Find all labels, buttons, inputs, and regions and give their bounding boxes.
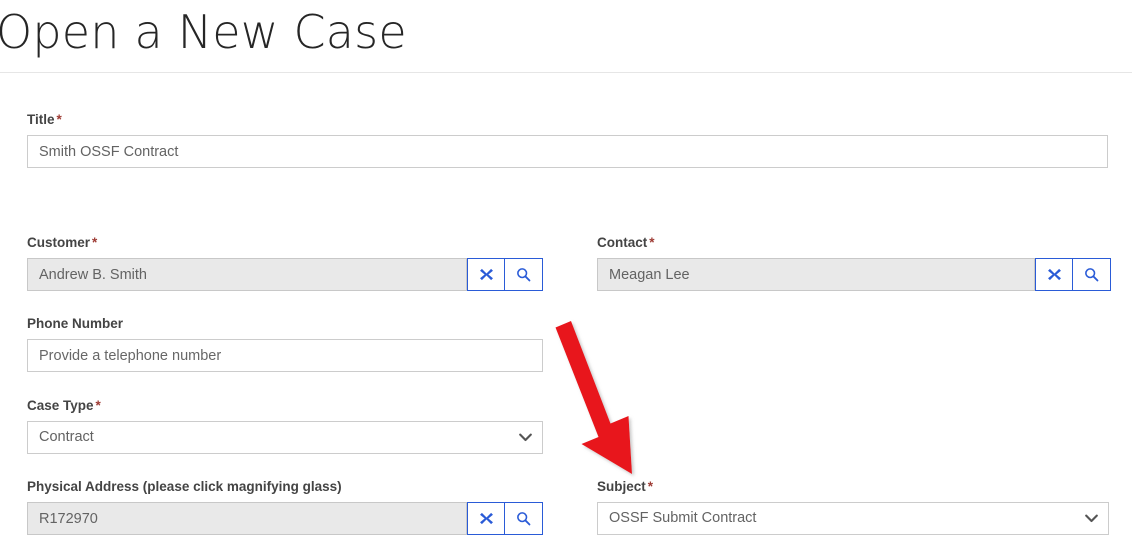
field-title: Title * [27,111,1108,168]
close-x-icon [479,511,494,526]
label-title: Title * [27,111,1108,129]
label-subject: Subject * [597,478,1109,496]
magnifying-glass-icon [516,511,531,526]
contact-search-button[interactable] [1073,258,1111,291]
label-customer-text: Customer [27,235,91,250]
required-asterisk-customer: * [92,235,98,250]
label-case-type-text: Case Type [27,398,94,413]
customer-clear-button[interactable] [467,258,505,291]
field-contact: Contact * [597,234,1111,291]
label-contact-text: Contact [597,235,648,250]
case-type-select[interactable]: Contract [27,421,543,454]
label-subject-text: Subject [597,479,646,494]
page-title: Open a New Case [0,5,407,59]
physical-address-input[interactable] [27,502,467,535]
magnifying-glass-icon [1084,267,1099,282]
red-arrow-down-right-icon [540,318,670,490]
field-case-type: Case Type * Contract [27,397,543,454]
required-asterisk-case-type: * [95,398,101,413]
case-type-selected-value: Contract [27,421,543,454]
label-contact: Contact * [597,234,1111,252]
field-subject: Subject * OSSF Submit Contract [597,478,1109,535]
physical-address-lookup [27,502,543,535]
required-asterisk-subject: * [647,479,654,494]
customer-search-button[interactable] [505,258,543,291]
required-asterisk-title: * [56,112,62,127]
label-physical-address-text: Physical Address (please click magnifyin… [27,479,342,494]
close-x-icon [479,267,494,282]
subject-select[interactable]: OSSF Submit Contract [597,502,1109,535]
field-customer: Customer * [27,234,543,291]
field-physical-address: Physical Address (please click magnifyin… [27,478,543,535]
title-input[interactable] [27,135,1108,168]
label-phone-number: Phone Number [27,315,543,333]
physical-address-clear-button[interactable] [467,502,505,535]
field-phone-number: Phone Number [27,315,543,372]
required-asterisk-contact: * [649,235,655,250]
customer-lookup [27,258,543,291]
customer-input[interactable] [27,258,467,291]
magnifying-glass-icon [516,267,531,282]
label-phone-number-text: Phone Number [27,316,124,331]
physical-address-search-button[interactable] [505,502,543,535]
contact-input[interactable] [597,258,1035,291]
contact-clear-button[interactable] [1035,258,1073,291]
case-form-page: Open a New Case Title* Customer* [0,0,1132,558]
label-customer: Customer * [27,234,543,252]
label-physical-address: Physical Address (please click magnifyin… [27,478,543,496]
contact-lookup [597,258,1111,291]
label-case-type: Case Type * [27,397,543,415]
label-title-text: Title [27,112,55,127]
subject-selected-value: OSSF Submit Contract [597,502,1109,535]
phone-number-input[interactable] [27,339,543,372]
page-header: Open a New Case [0,0,1132,73]
close-x-icon [1047,267,1062,282]
